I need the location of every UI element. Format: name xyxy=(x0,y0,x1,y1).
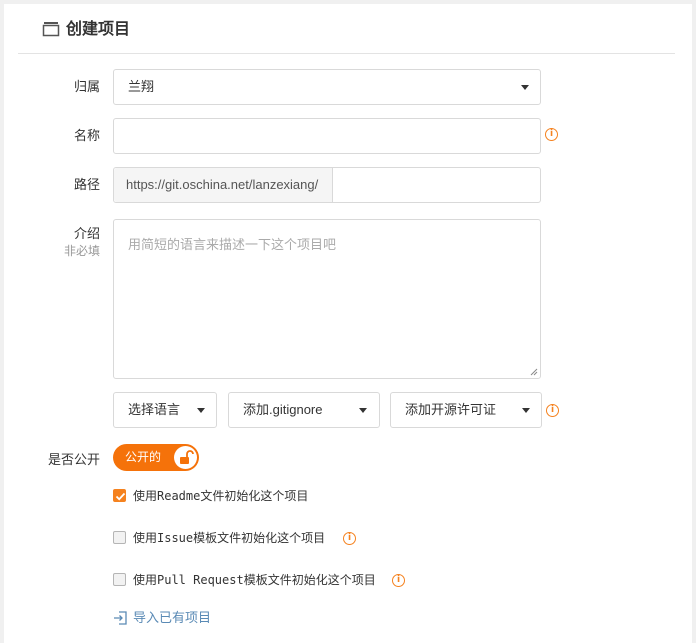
readme-option-label: 使用Readme文件初始化这个项目 xyxy=(133,489,309,503)
resize-handle-icon[interactable] xyxy=(530,368,538,376)
path-input[interactable]: https://git.oschina.net/lanzexiang/ xyxy=(113,167,541,203)
visibility-toggle-label: 公开的 xyxy=(125,450,162,464)
chevron-down-icon xyxy=(359,408,367,413)
owner-select[interactable]: 兰翔 xyxy=(113,69,541,105)
info-icon[interactable]: i xyxy=(343,532,356,545)
unlock-icon xyxy=(180,450,194,464)
check-icon xyxy=(115,492,126,501)
chevron-down-icon xyxy=(522,408,530,413)
import-icon xyxy=(114,611,127,625)
owner-value: 兰翔 xyxy=(128,79,155,94)
license-select[interactable]: 添加开源许可证 xyxy=(390,392,542,428)
issue-template-option-label: 使用Issue模板文件初始化这个项目 xyxy=(133,531,326,545)
name-input[interactable] xyxy=(113,118,541,154)
path-label: 路径 xyxy=(73,177,100,192)
intro-sublabel: 非必填 xyxy=(63,244,100,258)
visibility-label: 是否公开 xyxy=(47,452,100,467)
gitignore-select[interactable]: 添加.gitignore xyxy=(228,392,380,428)
visibility-toggle[interactable]: 公开的 xyxy=(113,444,199,471)
chevron-down-icon xyxy=(521,85,529,90)
import-project-label: 导入已有项目 xyxy=(133,610,212,625)
intro-label: 介绍 xyxy=(73,226,100,241)
owner-label: 归属 xyxy=(73,79,100,94)
issue-template-checkbox[interactable] xyxy=(113,531,126,544)
info-icon[interactable]: i xyxy=(546,404,559,417)
page-header: 创建项目 xyxy=(18,6,675,54)
name-label: 名称 xyxy=(73,128,100,143)
chevron-down-icon xyxy=(197,408,205,413)
intro-placeholder: 用简短的语言来描述一下这个项目吧 xyxy=(128,237,337,252)
pr-template-option-label: 使用Pull Request模板文件初始化这个项目 xyxy=(133,573,376,587)
gitignore-select-label: 添加.gitignore xyxy=(243,402,323,417)
intro-textarea[interactable]: 用简短的语言来描述一下这个项目吧 xyxy=(113,219,541,379)
info-icon[interactable]: i xyxy=(545,128,558,141)
path-prefix: https://git.oschina.net/lanzexiang/ xyxy=(114,168,333,202)
readme-checkbox[interactable] xyxy=(113,489,126,502)
language-select[interactable]: 选择语言 xyxy=(113,392,217,428)
pr-template-checkbox[interactable] xyxy=(113,573,126,586)
folder-icon xyxy=(42,22,60,37)
license-select-label: 添加开源许可证 xyxy=(405,402,497,417)
page-title: 创建项目 xyxy=(66,21,131,38)
info-icon[interactable]: i xyxy=(392,574,405,587)
language-select-label: 选择语言 xyxy=(128,402,181,417)
path-prefix-text: https://git.oschina.net/lanzexiang/ xyxy=(126,177,319,192)
toggle-knob xyxy=(174,446,197,469)
